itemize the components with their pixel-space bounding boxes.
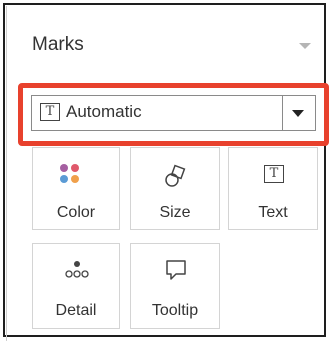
color-card[interactable]: Color [32,147,120,230]
detail-card-label: Detail [55,302,97,319]
detail-card[interactable]: Detail [32,243,120,329]
text-box-icon: T [264,165,284,183]
color-dots-icon [60,164,82,186]
tooltip-card[interactable]: Tooltip [130,243,220,329]
detail-dots-icon [65,261,89,278]
mark-type-selected: Automatic [66,102,142,121]
text-card-label: Text [258,204,288,221]
text-card[interactable]: T Text [228,147,318,230]
size-shapes-icon [165,164,186,187]
text-mark-icon: T [40,103,60,121]
color-card-label: Color [56,204,96,221]
panel-title: Marks [32,34,84,55]
dropdown-arrow-icon[interactable] [292,110,304,117]
size-card[interactable]: Size [130,147,220,230]
tooltip-card-label: Tooltip [151,302,199,319]
chevron-down-icon[interactable] [299,43,311,49]
speech-bubble-icon [166,260,186,280]
dropdown-divider [282,95,283,131]
size-card-label: Size [159,204,191,221]
